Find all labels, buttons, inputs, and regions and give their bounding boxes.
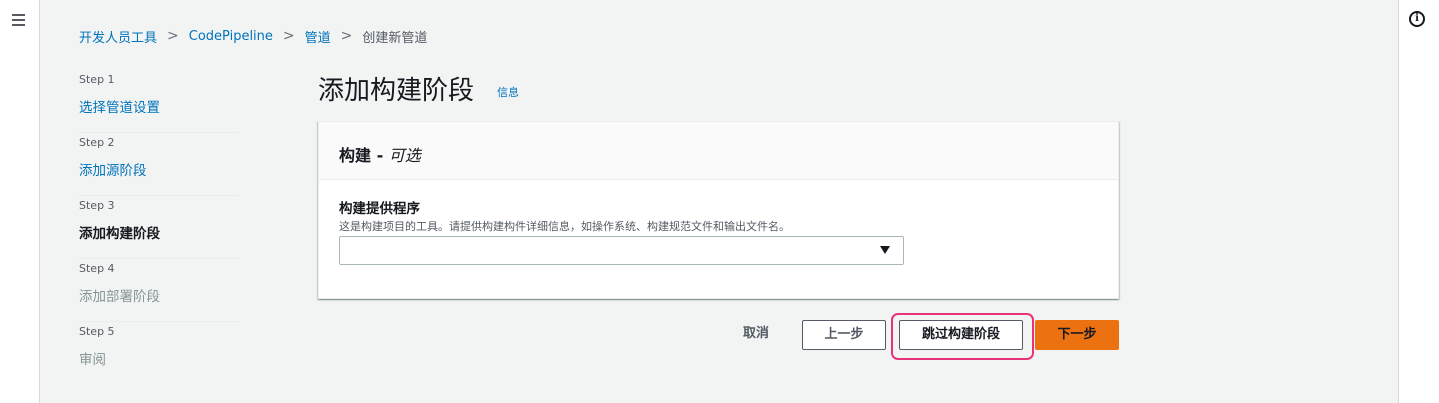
next-button[interactable]: 下一步 — [1035, 320, 1119, 350]
step-number: Step 4 — [79, 262, 115, 275]
info-link[interactable]: 信息 — [497, 84, 519, 100]
build-provider-description: 这是构建项目的工具。请提供构建构件详细信息，如操作系统、构建规范文件和输出文件名… — [339, 220, 790, 233]
step-number: Step 3 — [79, 199, 115, 212]
previous-button[interactable]: 上一步 — [802, 320, 886, 350]
left-rail — [0, 0, 40, 403]
step-title-current: 添加构建阶段 — [79, 226, 160, 242]
page-title: 添加构建阶段 — [318, 76, 475, 106]
skip-build-stage-button[interactable]: 跳过构建阶段 — [899, 320, 1023, 350]
step-number: Step 5 — [79, 325, 115, 338]
chevron-right-icon: > — [340, 28, 353, 44]
hamburger-menu-icon[interactable] — [12, 14, 25, 26]
step-number: Step 2 — [79, 136, 115, 149]
wizard-step-1: Step 1 选择管道设置 — [79, 70, 239, 133]
wizard-step-4: Step 4 添加部署阶段 — [79, 259, 239, 322]
info-circle-icon[interactable]: i — [1409, 11, 1425, 27]
wizard-steps-nav: Step 1 选择管道设置 Step 2 添加源阶段 Step 3 添加构建阶段… — [79, 70, 239, 385]
build-provider-label: 构建提供程序 — [339, 201, 420, 217]
optional-label: 可选 — [388, 146, 421, 165]
cancel-button[interactable]: 取消 — [735, 320, 777, 350]
chevron-right-icon: > — [282, 28, 295, 44]
breadcrumb-developer-tools[interactable]: 开发人员工具 — [79, 27, 157, 46]
chevron-right-icon: > — [167, 28, 179, 44]
breadcrumb-pipelines[interactable]: 管道 — [305, 27, 331, 46]
breadcrumb: 开发人员工具 > CodePipeline > 管道 > 创建新管道 — [79, 26, 427, 46]
wizard-step-3: Step 3 添加构建阶段 — [79, 196, 239, 259]
breadcrumb-codepipeline[interactable]: CodePipeline — [189, 29, 273, 44]
step-title-link[interactable]: 选择管道设置 — [79, 96, 160, 116]
step-title-disabled: 审阅 — [79, 352, 106, 368]
build-stage-container: 构建 - 可选 构建提供程序 这是构建项目的工具。请提供构建构件详细信息，如操作… — [318, 121, 1119, 299]
step-number: Step 1 — [79, 73, 115, 86]
step-title-disabled: 添加部署阶段 — [79, 289, 160, 305]
container-header: 构建 - 可选 — [319, 122, 1118, 180]
build-provider-select[interactable] — [339, 236, 904, 265]
caret-down-icon — [880, 246, 890, 254]
step-title-link[interactable]: 添加源阶段 — [79, 159, 147, 179]
container-title: 构建 - — [339, 146, 389, 165]
wizard-step-5: Step 5 审阅 — [79, 322, 239, 385]
right-rail: i — [1398, 0, 1439, 403]
breadcrumb-current: 创建新管道 — [362, 30, 428, 46]
wizard-step-2: Step 2 添加源阶段 — [79, 133, 239, 196]
